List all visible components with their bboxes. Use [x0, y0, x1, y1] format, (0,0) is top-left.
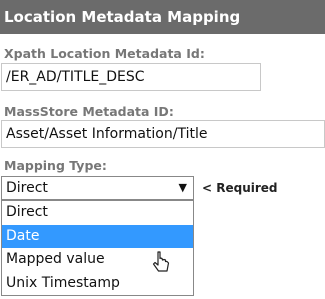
xpath-label: Xpath Location Metadata Id:	[4, 46, 205, 61]
mapping-type-select[interactable]: Direct ▼	[1, 176, 194, 200]
mapping-type-selected-value: Direct	[6, 180, 48, 196]
mapping-type-label: Mapping Type:	[4, 158, 107, 173]
required-indicator: < Required	[202, 181, 278, 195]
xpath-location-metadata-id-input[interactable]	[1, 63, 261, 91]
option-direct[interactable]: Direct	[2, 201, 193, 225]
dropdown-arrow-icon[interactable]: ▼	[179, 177, 187, 199]
panel-title: Location Metadata Mapping	[0, 0, 325, 34]
mapping-type-options-list[interactable]: Direct Date Mapped value Unix Timestamp	[1, 200, 194, 296]
massstore-label: MassStore Metadata ID:	[4, 104, 174, 119]
option-date[interactable]: Date	[2, 224, 193, 248]
mouse-pointer-icon	[152, 251, 170, 272]
massstore-metadata-id-input[interactable]	[1, 120, 325, 148]
